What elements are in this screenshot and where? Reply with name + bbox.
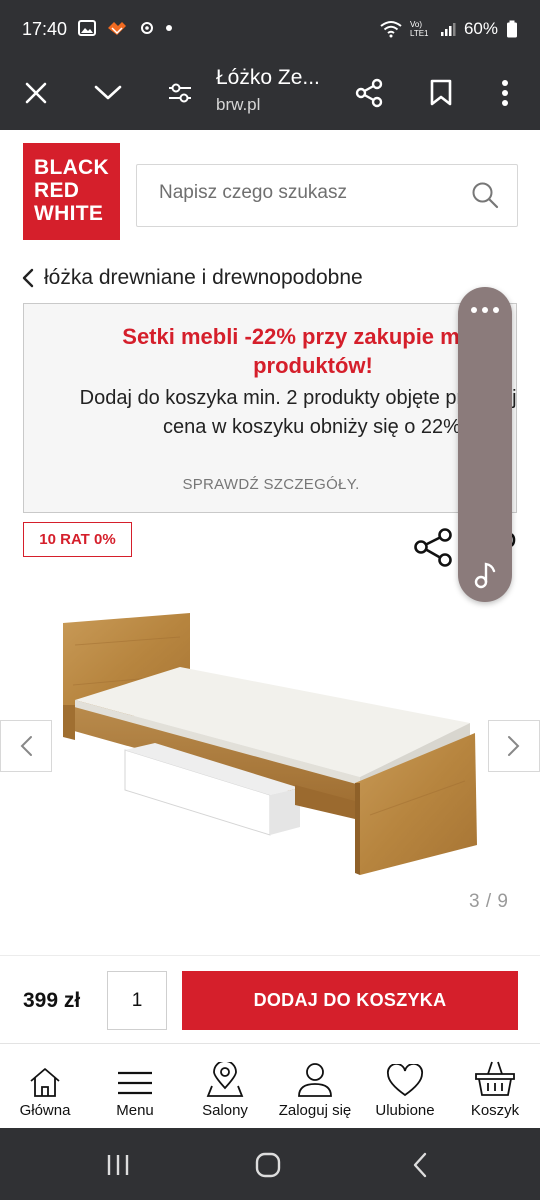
settings-notification-icon bbox=[141, 22, 153, 34]
gallery-counter: 3 / 9 bbox=[469, 891, 509, 912]
status-notification-icons bbox=[78, 19, 172, 37]
status-time: 17:40 bbox=[22, 19, 68, 39]
brand-logo[interactable]: BLACK RED WHITE bbox=[23, 143, 120, 240]
product-price: 399 zł bbox=[23, 989, 81, 1012]
search-icon[interactable] bbox=[471, 181, 499, 209]
nav-item-favorites[interactable]: Ulubione bbox=[360, 1060, 450, 1119]
chevron-down-icon bbox=[94, 85, 122, 100]
system-navigation-bar bbox=[0, 1128, 540, 1200]
page-url: brw.pl bbox=[216, 95, 261, 114]
gallery-notification-icon bbox=[78, 20, 96, 36]
recent-apps-button[interactable] bbox=[98, 1148, 138, 1182]
browser-toolbar: Łóżko Ze... brw.pl bbox=[0, 60, 540, 130]
chevron-left-icon bbox=[22, 268, 34, 288]
nav-label-cart: Koszyk bbox=[470, 1102, 520, 1119]
home-system-button[interactable] bbox=[248, 1148, 288, 1182]
add-to-cart-button[interactable]: DODAJ DO KOSZYKA bbox=[182, 971, 518, 1030]
basket-icon bbox=[475, 1061, 515, 1096]
gallery-next-button[interactable] bbox=[488, 720, 540, 772]
quantity-input[interactable]: 1 bbox=[107, 971, 167, 1030]
recent-apps-icon bbox=[107, 1155, 129, 1175]
wifi-icon bbox=[380, 21, 402, 38]
nav-item-login[interactable]: Zaloguj się bbox=[270, 1060, 360, 1119]
share-product-icon[interactable] bbox=[412, 526, 456, 570]
promo-banner: Setki mebli -22% przy zakupie min. 2 pro… bbox=[23, 303, 517, 513]
status-bar: 17:40 Vo) LTE1 60% bbox=[0, 0, 540, 60]
user-icon bbox=[298, 1063, 332, 1097]
bookmark-button[interactable] bbox=[416, 68, 466, 118]
nav-item-cart[interactable]: Koszyk bbox=[450, 1060, 540, 1119]
site-settings-button[interactable] bbox=[155, 68, 205, 118]
bottom-navigation: Główna Menu Salony Zaloguj się Ulubione … bbox=[0, 1043, 540, 1128]
chevron-left-icon bbox=[20, 736, 32, 756]
page: 17:40 Vo) LTE1 60% Łóżko Ze... brw.pl BL… bbox=[0, 0, 540, 1200]
signal-icon bbox=[440, 23, 456, 36]
more-horizontal-icon[interactable] bbox=[471, 307, 499, 313]
tune-icon bbox=[169, 83, 191, 103]
logo-line-1: BLACK bbox=[34, 156, 109, 179]
battery-percent: 60% bbox=[463, 19, 498, 38]
search-box bbox=[136, 164, 518, 227]
nav-label-stores: Salony bbox=[202, 1102, 248, 1119]
product-gallery: 3 / 9 bbox=[0, 580, 540, 920]
share-icon bbox=[355, 78, 383, 108]
nav-item-stores[interactable]: Salony bbox=[180, 1060, 270, 1119]
home-icon bbox=[30, 1068, 60, 1097]
browser-menu-button[interactable] bbox=[480, 68, 530, 118]
heart-icon bbox=[387, 1064, 423, 1097]
search-input[interactable] bbox=[159, 182, 459, 204]
promo-details-link[interactable]: SPRAWDŹ SZCZEGÓŁY. bbox=[24, 476, 516, 493]
floating-tools-panel[interactable] bbox=[458, 287, 512, 602]
logo-line-3: WHITE bbox=[34, 202, 104, 225]
nav-label-home: Główna bbox=[19, 1102, 71, 1119]
map-pin-icon bbox=[206, 1062, 244, 1097]
breadcrumb-label: łóżka drewniane i drewnopodobne bbox=[44, 266, 363, 289]
home-circle-icon bbox=[255, 1152, 281, 1178]
back-icon bbox=[413, 1152, 427, 1178]
nav-item-home[interactable]: Główna bbox=[0, 1060, 90, 1119]
battery-icon bbox=[507, 20, 517, 38]
app-notification-icon bbox=[108, 22, 126, 35]
nav-label-favorites: Ulubione bbox=[375, 1102, 435, 1119]
gallery-prev-button[interactable] bbox=[0, 720, 52, 772]
status-system-icons: Vo) LTE1 60% bbox=[380, 19, 518, 39]
more-notifications-dot bbox=[166, 25, 172, 31]
promo-description: Dodaj do koszyka min. 2 produkty objęte … bbox=[79, 387, 517, 438]
bookmark-icon bbox=[430, 79, 452, 106]
close-tab-button[interactable] bbox=[11, 68, 61, 118]
share-page-button[interactable] bbox=[344, 68, 394, 118]
chevron-right-icon bbox=[508, 736, 520, 756]
logo-line-2: RED bbox=[34, 179, 80, 202]
nav-item-menu[interactable]: Menu bbox=[90, 1060, 180, 1119]
collapse-button[interactable] bbox=[83, 68, 133, 118]
back-system-button[interactable] bbox=[400, 1148, 440, 1182]
menu-icon bbox=[118, 1071, 152, 1095]
close-icon bbox=[25, 82, 47, 104]
purchase-bar: 399 zł 1 DODAJ DO KOSZYKA bbox=[0, 955, 540, 1043]
page-title: Łóżko Ze... bbox=[216, 66, 320, 89]
product-image-bed bbox=[63, 613, 477, 875]
nav-label-menu: Menu bbox=[116, 1102, 154, 1119]
installment-badge: 10 RAT 0% bbox=[23, 522, 132, 557]
network-label: Vo) LTE1 bbox=[409, 20, 429, 38]
breadcrumb[interactable]: łóżka drewniane i drewnopodobne bbox=[22, 266, 363, 290]
nav-label-login: Zaloguj się bbox=[278, 1102, 352, 1119]
promo-title: Setki mebli -22% przy zakupie min. 2 pro… bbox=[122, 324, 504, 378]
more-vertical-icon bbox=[502, 80, 508, 106]
